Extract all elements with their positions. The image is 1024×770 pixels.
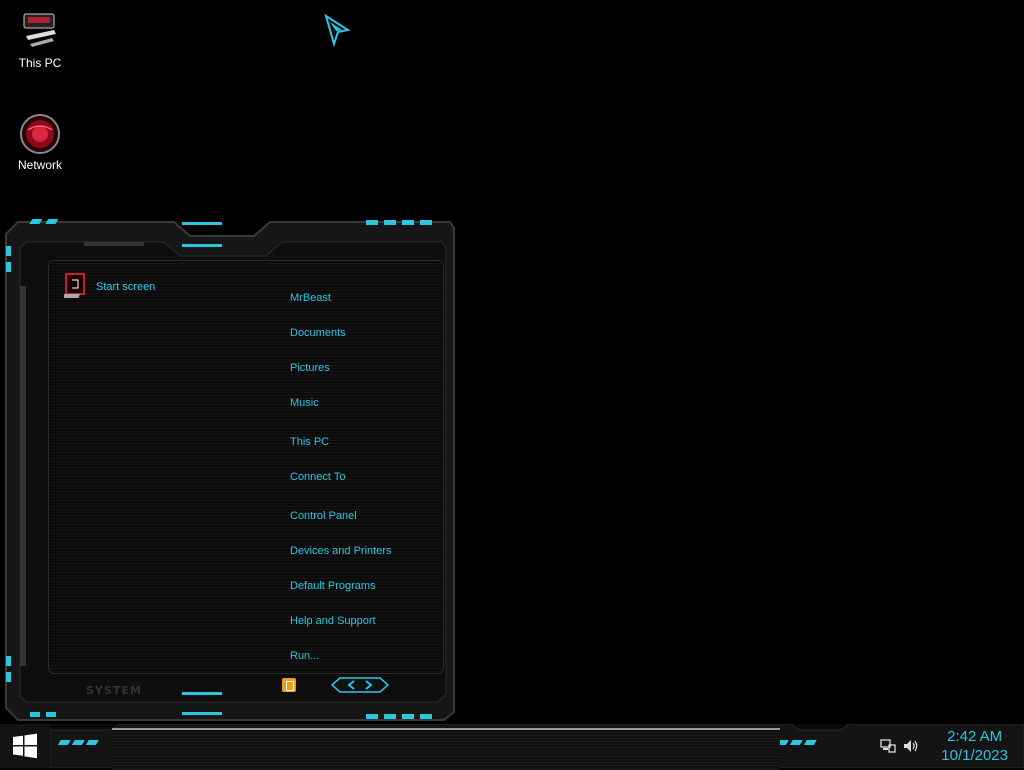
desktop-icon-network[interactable]: Network xyxy=(0,112,80,172)
system-tray xyxy=(880,738,920,759)
start-item-run[interactable]: Run... xyxy=(290,650,319,662)
start-item-help-and-support[interactable]: Help and Support xyxy=(290,615,376,627)
taskbar-clock[interactable]: 2:42 AM 10/1/2023 xyxy=(941,727,1008,765)
windows-logo-icon xyxy=(13,733,37,759)
network-icon xyxy=(18,112,62,156)
system-footer-label: SYSTEM xyxy=(86,684,142,697)
desktop-icon-label: This PC xyxy=(18,56,62,70)
start-button[interactable] xyxy=(0,724,50,768)
shutdown-button[interactable] xyxy=(282,678,296,692)
shutdown-options-button[interactable] xyxy=(330,676,390,694)
start-screen-icon xyxy=(56,272,88,305)
start-item-control-panel[interactable]: Control Panel xyxy=(290,510,357,522)
start-screen-button[interactable]: Start screen xyxy=(56,272,156,305)
start-item-mrbeast[interactable]: MrBeast xyxy=(290,292,331,304)
start-screen-label: Start screen xyxy=(96,280,156,293)
start-item-devices-and-printers[interactable]: Devices and Printers xyxy=(290,545,392,557)
start-item-default-programs[interactable]: Default Programs xyxy=(290,580,376,592)
clock-date: 10/1/2023 xyxy=(941,747,1008,764)
volume-icon[interactable] xyxy=(902,738,920,759)
start-item-pictures[interactable]: Pictures xyxy=(290,362,330,374)
chevron-arrows-icon xyxy=(330,677,390,693)
taskbar-app-area[interactable] xyxy=(112,728,780,770)
clock-time: 2:42 AM xyxy=(947,728,1003,745)
desktop-icon-this-pc[interactable]: This PC xyxy=(0,10,80,70)
computer-icon xyxy=(18,10,62,54)
cursor-icon xyxy=(322,13,352,53)
start-menu-panel xyxy=(48,260,444,674)
taskbar xyxy=(0,724,1024,770)
start-item-music[interactable]: Music xyxy=(290,397,319,409)
start-item-this-pc[interactable]: This PC xyxy=(290,436,329,448)
start-item-documents[interactable]: Documents xyxy=(290,327,346,339)
desktop-icon-label: Network xyxy=(17,158,62,172)
network-tray-icon[interactable] xyxy=(880,738,896,759)
start-item-connect-to[interactable]: Connect To xyxy=(290,471,345,483)
